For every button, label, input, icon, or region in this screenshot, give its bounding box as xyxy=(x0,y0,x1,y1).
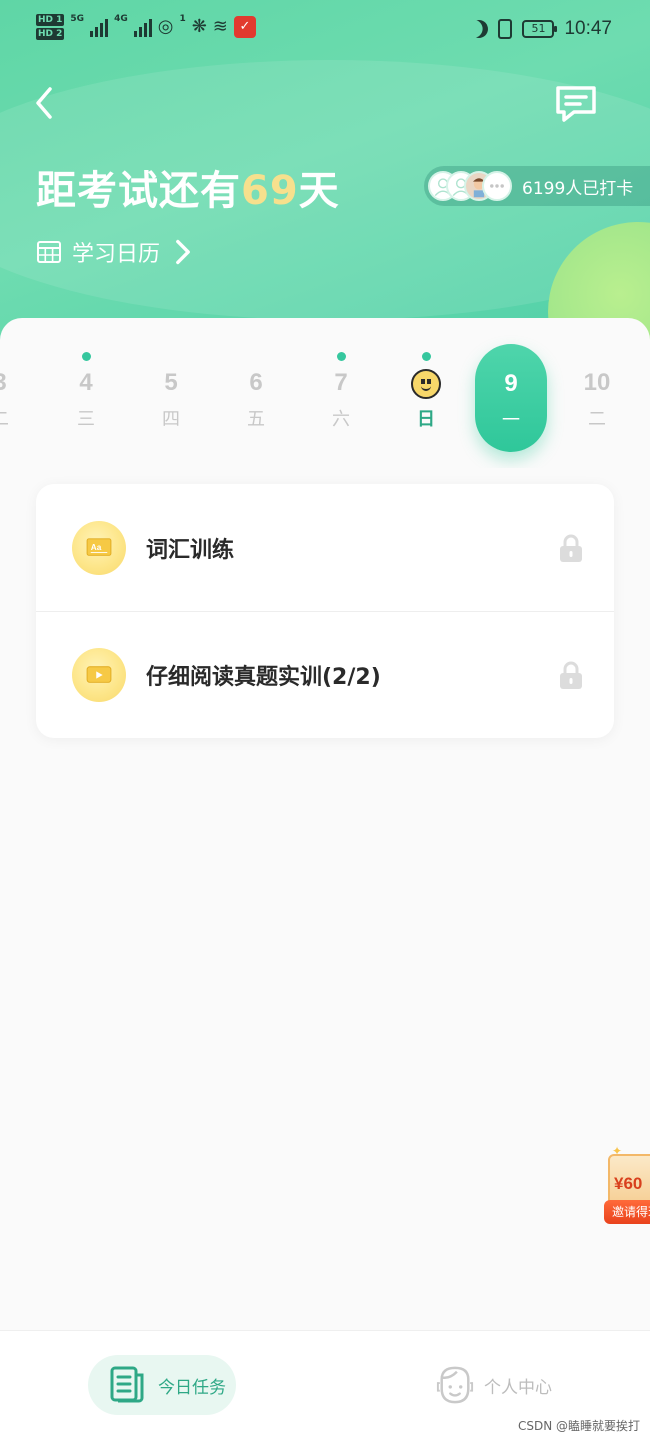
date-item[interactable]: 6 五 xyxy=(220,342,292,452)
promo-amount: ¥60 xyxy=(614,1174,643,1193)
checkin-count-text: 6199人已打卡 xyxy=(522,178,634,199)
date-item[interactable]: 10 二 xyxy=(561,342,633,452)
tab-me-label: 个人中心 xyxy=(484,1377,552,1398)
date-item[interactable]: 7 六 xyxy=(305,342,377,452)
message-button[interactable] xyxy=(552,82,600,126)
task-item-vocabulary[interactable]: Aa 词汇训练 xyxy=(36,484,614,611)
network-5g-label: 5G xyxy=(70,14,85,24)
signal-bars-2-icon xyxy=(133,17,152,37)
countdown-days: 69 xyxy=(241,168,299,214)
status-bar: HD 1 HD 2 5G 4G ◎ 1 ❋ ≋ ✓ 51 10:47 xyxy=(0,0,650,64)
main-panel: 3 二 4 三 5 四 6 五 7 六 日 9 一 xyxy=(0,318,650,1338)
hd1-label: HD 1 xyxy=(36,14,65,26)
date-number: 4 xyxy=(79,369,93,396)
checked-dot xyxy=(336,352,346,361)
task-item-reading[interactable]: 仔细阅读真题实训(2/2) xyxy=(36,611,614,738)
date-weekday: 六 xyxy=(332,409,350,430)
signal-bars-icon xyxy=(90,17,109,37)
app-notification-icon: ✓ xyxy=(233,16,256,38)
user-face-icon xyxy=(436,1366,474,1404)
date-item-today[interactable]: 日 xyxy=(390,342,462,452)
tab-today-tasks[interactable]: 今日任务 xyxy=(88,1355,236,1415)
more-avatars-icon xyxy=(482,171,512,201)
date-number: 5 xyxy=(164,369,178,396)
checked-dot xyxy=(81,352,91,361)
message-icon xyxy=(556,86,596,122)
date-number: 9 xyxy=(504,370,518,397)
date-weekday: 二 xyxy=(0,405,36,431)
chevron-right-icon xyxy=(176,239,190,265)
checkin-avatars xyxy=(428,171,512,201)
date-number: 3 xyxy=(0,367,36,399)
tab-personal-center[interactable]: 个人中心 xyxy=(434,1355,584,1415)
vocabulary-icon: Aa xyxy=(72,520,126,575)
vibrate-icon xyxy=(498,19,513,39)
task-list-icon xyxy=(110,1366,144,1403)
lock-icon xyxy=(560,534,582,562)
battery-icon: 51 xyxy=(522,20,558,38)
hotspot-count: 1 xyxy=(179,14,186,24)
countdown-suffix: 天 xyxy=(298,168,340,214)
date-number: 10 xyxy=(583,369,611,396)
countdown-prefix: 距考试还有 xyxy=(36,168,241,214)
today-smiley-icon xyxy=(390,367,462,399)
wechat-icon: ❋ xyxy=(191,16,207,37)
watermark: CSDN @瞌睡就要挨打 xyxy=(517,1419,640,1433)
hotspot-icon: ◎ xyxy=(157,16,174,37)
exam-countdown: 距考试还有69天 xyxy=(36,158,340,216)
date-item-selected[interactable]: 9 一 xyxy=(475,344,547,452)
checked-dot xyxy=(421,352,431,361)
promo-label: 邀请得现金 xyxy=(604,1200,650,1224)
invite-promo-badge[interactable]: ✦ ¥60 邀请得现金 xyxy=(600,1144,650,1228)
task-title: 词汇训练 xyxy=(146,537,235,563)
tab-today-label: 今日任务 xyxy=(158,1377,226,1398)
date-item[interactable]: 5 四 xyxy=(135,342,207,452)
date-weekday: 日 xyxy=(417,409,435,430)
checkin-count-pill[interactable]: 6199人已打卡 xyxy=(424,166,650,206)
date-weekday: 五 xyxy=(247,409,265,430)
date-weekday: 三 xyxy=(77,409,95,430)
back-button[interactable] xyxy=(28,84,60,122)
date-item[interactable]: 3 二 xyxy=(0,342,36,452)
date-weekday: 一 xyxy=(502,410,520,431)
date-weekday: 二 xyxy=(588,409,606,430)
date-item[interactable]: 4 三 xyxy=(50,342,122,452)
hd2-label: HD 2 xyxy=(36,28,65,40)
do-not-disturb-icon xyxy=(468,17,491,40)
wifi-icon: ≋ xyxy=(212,16,228,37)
status-time: 10:47 xyxy=(564,18,612,39)
lock-icon xyxy=(560,661,582,689)
study-calendar-link[interactable]: 学习日历 xyxy=(36,236,196,268)
task-list: Aa 词汇训练 仔细阅读真题实训(2/2) xyxy=(36,484,614,738)
hd-indicator: HD 1 HD 2 xyxy=(36,14,65,40)
calendar-link-label: 学习日历 xyxy=(72,242,161,267)
date-number: 6 xyxy=(249,369,263,396)
task-title: 仔细阅读真题实训(2/2) xyxy=(146,665,381,690)
chevron-left-icon xyxy=(36,87,52,119)
video-icon xyxy=(72,648,126,702)
date-number: 7 xyxy=(334,369,348,396)
network-4g-label: 4G xyxy=(114,14,128,24)
date-strip[interactable]: 3 二 4 三 5 四 6 五 7 六 日 9 一 xyxy=(0,318,650,468)
date-weekday: 四 xyxy=(162,409,180,430)
calendar-icon xyxy=(37,241,61,263)
svg-text:Aa: Aa xyxy=(91,542,102,551)
